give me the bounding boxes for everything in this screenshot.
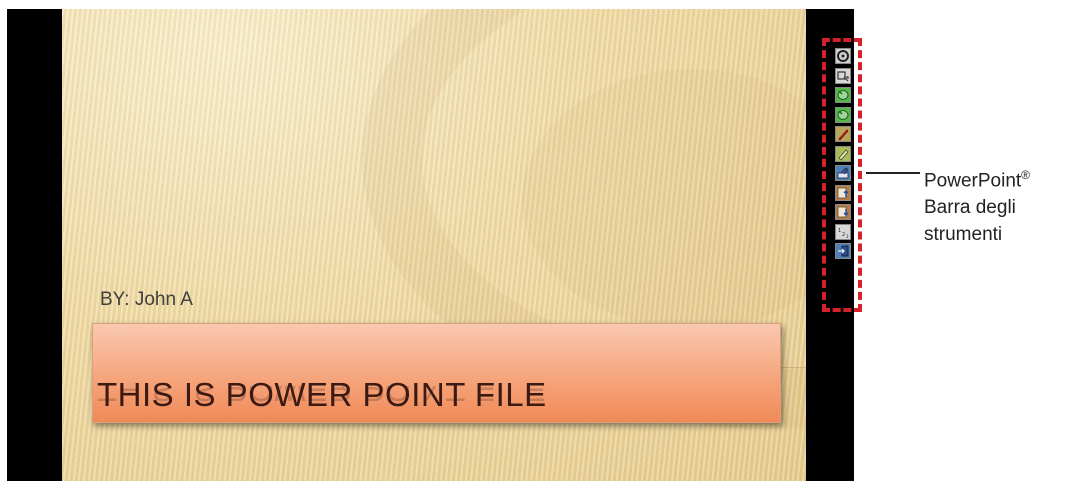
callout-line-1: PowerPoint bbox=[924, 170, 1022, 192]
pen-icon[interactable] bbox=[835, 126, 851, 142]
slide-title-reflection: THIS IS POWER POINT FILE bbox=[97, 386, 547, 408]
highlighter-icon[interactable] bbox=[835, 145, 851, 162]
pointer-options-icon[interactable] bbox=[835, 67, 851, 84]
svg-text:2: 2 bbox=[842, 232, 845, 238]
next-slide-icon[interactable] bbox=[835, 106, 851, 123]
powerpoint-toolbar: 123 bbox=[835, 48, 855, 263]
previous-slide-icon[interactable] bbox=[835, 87, 851, 103]
slide-byline: BY: John A bbox=[100, 289, 193, 310]
zoom-icon[interactable] bbox=[835, 48, 851, 64]
slide[interactable]: BY: John A THIS IS POWER POINT FILE THIS… bbox=[62, 9, 806, 481]
eraser-icon[interactable] bbox=[835, 165, 851, 181]
page-up-icon[interactable] bbox=[835, 184, 851, 201]
callout-line-2: Barra degli bbox=[924, 197, 1016, 219]
page-down-icon[interactable] bbox=[835, 204, 851, 220]
slide-number-icon[interactable]: 123 bbox=[835, 223, 851, 240]
callout-leader-line bbox=[866, 172, 920, 174]
presentation-screen: BY: John A THIS IS POWER POINT FILE THIS… bbox=[7, 9, 854, 481]
slide-title-box: THIS IS POWER POINT FILE THIS IS POWER P… bbox=[92, 323, 781, 423]
svg-text:1: 1 bbox=[838, 228, 841, 234]
exit-icon[interactable] bbox=[835, 243, 851, 259]
callout-line-3: strumenti bbox=[924, 224, 1003, 246]
registered-mark: ® bbox=[1021, 168, 1031, 182]
svg-text:3: 3 bbox=[846, 234, 849, 239]
toolbar-callout-label: PowerPoint® Barra degli strumenti bbox=[924, 162, 1030, 248]
